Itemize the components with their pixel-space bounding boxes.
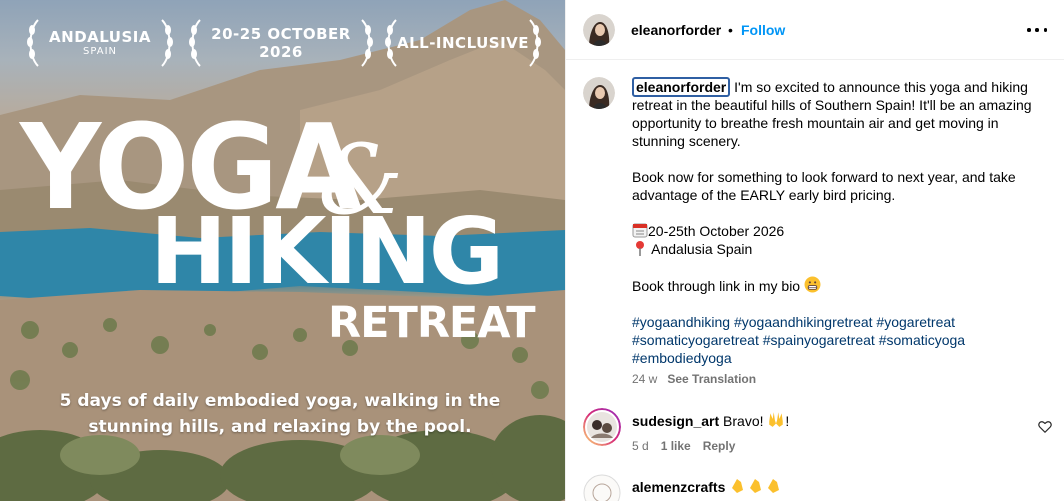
laurel-main-text: ANDALUSIA <box>49 28 151 46</box>
author-username[interactable]: eleanorforder <box>631 22 721 38</box>
tagline-line-2: stunning hills, and relaxing by the pool… <box>88 417 472 437</box>
comment-timestamp[interactable]: 5 d <box>632 439 649 453</box>
pin-emoji-icon <box>636 241 644 256</box>
separator-dot: • <box>728 22 733 38</box>
post-header: eleanorforder • Follow <box>566 0 1064 60</box>
profile-photo-icon <box>583 77 615 109</box>
post-detail-panel: eleanorforder • Follow eleanorforder I'm… <box>565 0 1064 501</box>
caption-meta: 24 w See Translation <box>632 371 1052 387</box>
comment-body: alemenzcrafts <box>632 476 1012 496</box>
laurel-sub-text: 2026 <box>259 43 303 61</box>
comment-body: sudesign_art Bravo! ! <box>632 410 1012 430</box>
caption-location: Andalusia Spain <box>651 241 753 257</box>
author-avatar[interactable] <box>583 14 615 46</box>
profile-photo-icon <box>583 14 615 46</box>
laurel-main-text: 20-25 OCTOBER <box>211 25 351 43</box>
commenter-avatar[interactable] <box>583 408 621 446</box>
story-ring-avatar-icon <box>583 408 621 446</box>
comment-text: Bravo! <box>719 413 768 429</box>
comment-text-end: ! <box>785 413 790 429</box>
comment-username[interactable]: alemenzcrafts <box>632 479 725 495</box>
comment-likes[interactable]: 1 like <box>661 439 691 453</box>
laurel-badge-inclusive: ALL-INCLUSIVE <box>385 14 541 72</box>
comment-username[interactable]: sudesign_art <box>632 413 719 429</box>
caption-hashtags: #yogaandhiking #yogaandhikingretreat #yo… <box>632 313 1052 367</box>
more-options-icon[interactable] <box>1027 26 1047 34</box>
laurel-right-icon <box>161 19 173 67</box>
hashtag-link[interactable]: #somaticyoga <box>879 332 965 348</box>
hashtag-link[interactable]: #spainyogaretreat <box>763 332 875 348</box>
laurel-left-icon <box>385 19 397 67</box>
laurel-left-icon <box>189 19 201 67</box>
calendar-emoji-icon <box>632 223 648 238</box>
profile-logo-avatar-icon <box>583 474 621 501</box>
reply-button[interactable]: Reply <box>703 439 736 453</box>
laurel-main-text: ALL-INCLUSIVE <box>396 34 530 52</box>
caption-text-4: Book through link in my bio <box>632 278 804 294</box>
follow-button[interactable]: Follow <box>741 22 785 38</box>
hashtag-link[interactable]: #somaticyogaretreat <box>632 332 759 348</box>
hashtag-link[interactable]: #yogaandhiking <box>632 314 730 330</box>
post-caption: eleanorforder I'm so excited to announce… <box>632 77 1052 387</box>
laurel-badge-dates: 20-25 OCTOBER 2026 <box>189 14 373 72</box>
laurel-badges: ANDALUSIA SPAIN 20-25 OCTOBER 2026 ALL-I… <box>0 14 565 74</box>
laurel-right-icon <box>361 19 373 67</box>
caption-timestamp[interactable]: 24 w <box>632 372 657 386</box>
tagline: 5 days of daily embodied yoga, walking i… <box>30 388 530 440</box>
caption-paragraph-4: Book through link in my bio <box>632 276 1052 295</box>
laurel-left-icon <box>27 19 39 67</box>
caption-author-avatar[interactable] <box>583 77 615 109</box>
caption-paragraph-2: Book now for something to look forward t… <box>632 169 1016 203</box>
post-image[interactable]: ANDALUSIA SPAIN 20-25 OCTOBER 2026 ALL-I… <box>0 0 565 501</box>
hashtag-link[interactable]: #embodiedyoga <box>632 350 732 366</box>
title-retreat: RETREAT <box>328 298 536 348</box>
hashtag-link[interactable]: #yogaandhikingretreat <box>734 314 873 330</box>
commenter-avatar[interactable] <box>583 474 621 501</box>
tagline-line-1: 5 days of daily embodied yoga, walking i… <box>59 391 501 411</box>
title-hiking: HIKING <box>150 198 504 305</box>
caption-date-line: 20-25th October 2026 <box>632 222 1052 240</box>
clapping-hands-emoji-icon <box>732 479 780 493</box>
hashtag-link[interactable]: #yogaretreat <box>876 314 955 330</box>
grimacing-face-emoji-icon <box>804 276 821 293</box>
laurel-sub-text: SPAIN <box>82 46 117 57</box>
caption-paragraph-1: eleanorforder I'm so excited to announce… <box>632 77 1052 150</box>
caption-location-line: Andalusia Spain <box>632 240 1052 258</box>
see-translation-button[interactable]: See Translation <box>667 372 756 386</box>
laurel-badge-location: ANDALUSIA SPAIN <box>27 14 173 72</box>
caption-date: 20-25th October 2026 <box>648 223 785 239</box>
caption-username[interactable]: eleanorforder <box>632 77 731 97</box>
laurel-right-icon <box>529 19 541 67</box>
raising-hands-emoji-icon <box>769 412 784 427</box>
heart-icon[interactable] <box>1038 420 1052 434</box>
comment-meta: 5 d 1 like Reply <box>632 438 747 454</box>
